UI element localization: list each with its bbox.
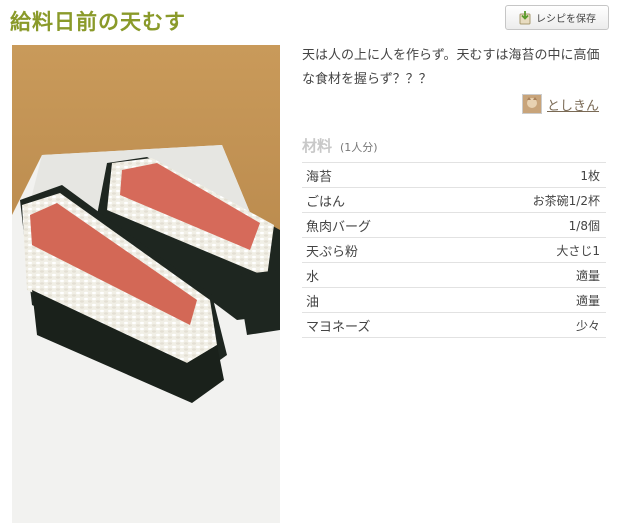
ingredient-name: マヨネーズ [302,312,450,338]
ingredient-name: ごはん [302,187,450,213]
ingredient-qty: 1/8個 [449,212,606,238]
author-name: としきん [547,98,600,114]
ingredient-name: 水 [302,262,450,288]
ingredients-header: 材料 (1人分) [302,135,378,156]
save-recipe-button[interactable]: レシピを保存 [505,5,609,30]
ingredient-qty: 1枚 [449,162,606,188]
ingredient-row: マヨネーズ 少々 [302,312,606,338]
recipe-title: 給料日前の天むす [10,10,186,34]
ingredients-heading: 材料 [302,137,333,155]
ingredient-row: 水 適量 [302,262,606,288]
ingredient-qty: 適量 [449,262,606,288]
ingredient-qty: お茶碗1/2杯 [449,187,606,213]
recipe-photo [12,45,280,523]
ingredient-qty: 大さじ1 [449,237,606,263]
ingredient-name: 油 [302,287,450,313]
ingredient-qty: 少々 [449,312,606,338]
ingredient-name: 海苔 [302,162,450,188]
recipe-description: 天は人の上に人を作らず。天むすは海苔の中に高価な食材を握らず？？？ [302,48,600,87]
save-recipe-label: レシピを保存 [536,14,596,25]
ingredient-row: ごはん お茶碗1/2杯 [302,187,606,213]
ingredient-row: 天ぷら粉 大さじ1 [302,237,606,263]
ingredient-name: 魚肉バーグ [302,212,450,238]
ingredient-name: 天ぷら粉 [302,237,450,263]
ingredients-servings: (1人分) [340,141,378,154]
ingredient-row: 魚肉バーグ 1/8個 [302,212,606,238]
recipe-save-icon [518,10,532,25]
ingredient-qty: 適量 [449,287,606,313]
author-link[interactable]: としきん [522,94,599,114]
user-avatar [522,94,542,114]
ingredients-table: 海苔 1枚 ごはん お茶碗1/2杯 魚肉バーグ 1/8個 天ぷら粉 大さじ1 水… [302,162,606,338]
ingredient-row: 油 適量 [302,287,606,313]
ingredient-row: 海苔 1枚 [302,162,606,188]
